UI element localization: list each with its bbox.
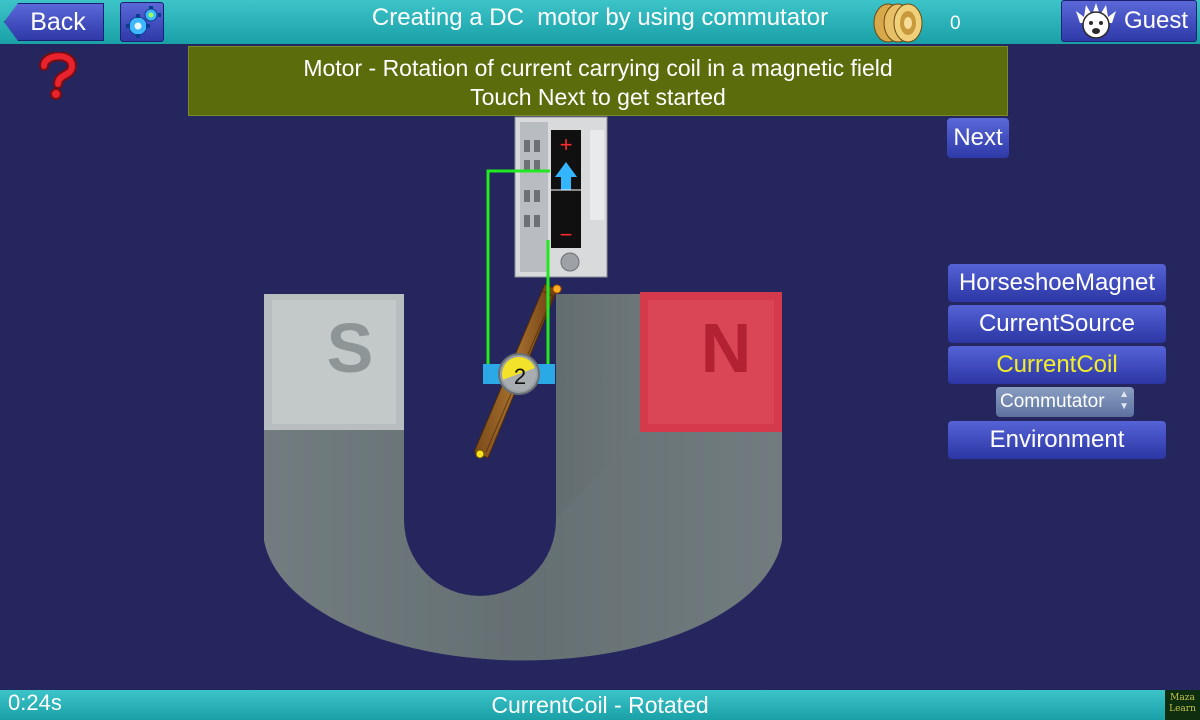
commutator-select-value: Commutator — [1000, 391, 1105, 412]
panel-item-horseshoe-magnet[interactable]: HorseshoeMagnet — [948, 264, 1166, 302]
status-message: CurrentCoil - Rotated — [491, 692, 709, 718]
panel-item-label: CurrentCoil — [996, 351, 1118, 378]
source-plus-label: + — [560, 132, 573, 157]
panel-item-environment[interactable]: Environment — [948, 421, 1166, 459]
magnet-north-label: N — [701, 309, 752, 387]
spinner-arrows-icon: ▲ ▼ — [1119, 389, 1129, 412]
commutator-select[interactable]: Commutator ▲ ▼ — [996, 387, 1134, 417]
panel-item-label: Environment — [989, 426, 1125, 453]
status-bar: 0:24s CurrentCoil - Rotated — [0, 690, 1200, 720]
source-minus-label: − — [560, 222, 573, 247]
elapsed-timer: 0:24s — [8, 690, 62, 715]
panel-item-current-source[interactable]: CurrentSource — [948, 305, 1166, 343]
panel-item-current-coil[interactable]: CurrentCoil — [948, 346, 1166, 384]
brand-logo: Maza Learn — [1165, 690, 1200, 720]
commutator[interactable]: 2 — [483, 352, 555, 396]
current-source[interactable]: + − — [514, 116, 608, 278]
logo-line-2: Learn — [1169, 704, 1196, 714]
logo-line-1: Maza — [1170, 693, 1195, 703]
magnet-south-label: S — [327, 309, 374, 387]
commutator-number: 2 — [514, 364, 526, 389]
panel-item-label: HorseshoeMagnet — [958, 269, 1156, 296]
panel-item-label: CurrentSource — [978, 310, 1136, 337]
